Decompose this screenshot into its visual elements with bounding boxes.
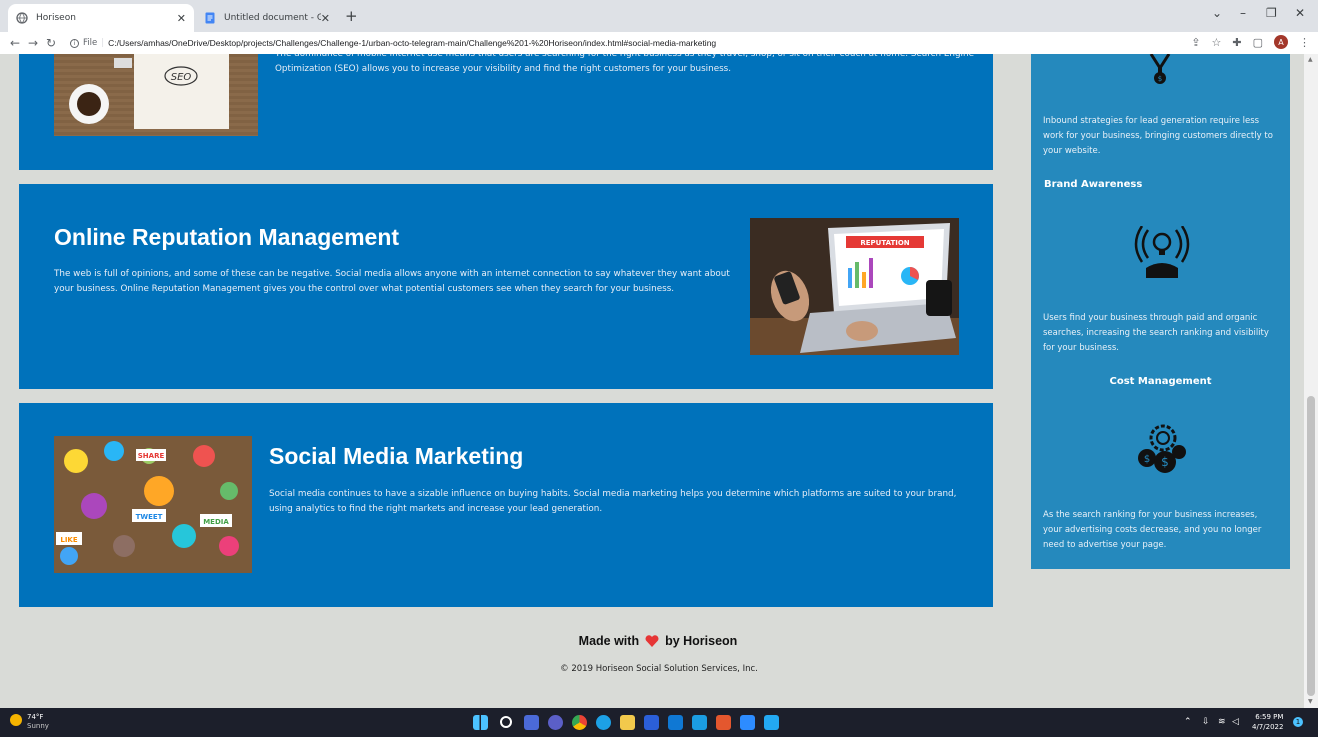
scroll-up-icon[interactable]: ▲ — [1308, 56, 1313, 63]
back-icon[interactable]: ← — [6, 36, 24, 50]
cost-management-title: Cost Management — [1109, 376, 1212, 387]
weather-widget[interactable]: 74°F Sunny — [27, 713, 49, 731]
seo-image-label: SEO — [171, 72, 192, 83]
site-info[interactable]: i File | — [70, 38, 104, 48]
tab-title: Horiseon — [36, 13, 76, 23]
edge-icon[interactable] — [596, 715, 611, 730]
brand-awareness-title: Brand Awareness — [1044, 179, 1143, 190]
tab-title: Untitled document - Google Doc — [224, 13, 321, 23]
linkedin-icon[interactable] — [692, 715, 707, 730]
social-media-marketing-card: SHARE TWEET LIKE MEDIA Social Media Mark… — [19, 403, 993, 607]
brand-awareness-icon — [1134, 226, 1190, 278]
microsoft-store-icon[interactable] — [644, 715, 659, 730]
clock-date: 4/7/2022 — [1252, 723, 1284, 731]
mail-icon[interactable] — [668, 715, 683, 730]
svg-text:$: $ — [1144, 454, 1150, 465]
clock-time: 6:59 PM — [1255, 713, 1284, 721]
wifi-icon[interactable]: ≋ — [1218, 717, 1226, 727]
bookmark-star-icon[interactable]: ☆ — [1212, 36, 1222, 49]
page-viewport: SEO The dominance of mobile internet use… — [0, 54, 1304, 708]
social-media-text: Social media continues to have a sizable… — [269, 489, 957, 514]
task-view-icon[interactable] — [524, 715, 539, 730]
media-label: MEDIA — [203, 518, 229, 526]
address-bar-row: ← → ↻ i File | C:/Users/amhas/OneDrive/D… — [0, 32, 1318, 54]
office-icon[interactable] — [716, 715, 731, 730]
usb-icon[interactable]: ⇩ — [1202, 717, 1210, 727]
zoom-icon[interactable] — [740, 715, 755, 730]
forward-icon[interactable]: → — [24, 36, 42, 50]
tray-overflow-icon[interactable]: ⌃ — [1184, 717, 1192, 727]
scrollbar-thumb[interactable] — [1307, 396, 1315, 696]
weather-temp: 74°F — [27, 713, 44, 721]
vscode-icon[interactable] — [764, 715, 779, 730]
made-with-suffix: by Horiseon — [665, 634, 738, 648]
google-docs-icon — [205, 12, 215, 24]
tab-search-icon[interactable]: ⌄ — [1212, 6, 1222, 20]
weather-sun-icon[interactable] — [10, 714, 22, 726]
cost-management-text: As the search ranking for your business … — [1043, 510, 1262, 550]
scroll-down-icon[interactable]: ▼ — [1308, 698, 1313, 705]
chrome-icon[interactable] — [572, 715, 587, 730]
search-icon[interactable] — [500, 716, 512, 728]
reputation-title: Online Reputation Management — [54, 224, 400, 250]
made-with-prefix: Made with — [578, 634, 640, 648]
share-icon[interactable]: ⇪ — [1191, 36, 1200, 49]
info-icon: i — [70, 38, 79, 48]
file-explorer-icon[interactable] — [620, 715, 635, 730]
share-label: SHARE — [138, 452, 165, 460]
toolbar-actions: ⇪ ☆ ✚ ▢ A ⋮ — [1191, 35, 1310, 49]
svg-text:$: $ — [1161, 455, 1169, 469]
globe-icon — [16, 12, 28, 24]
windows-start-icon[interactable] — [473, 715, 488, 730]
like-label: LIKE — [60, 536, 77, 544]
social-media-title: Social Media Marketing — [269, 443, 524, 469]
minimize-icon[interactable]: – — [1240, 6, 1246, 20]
windows-taskbar: 74°F Sunny ⌃ ⇩ ≋ ◁ 6:59 PM 4/7/2022 1 — [0, 708, 1318, 737]
svg-text:$: $ — [1158, 75, 1162, 83]
tab-close-icon[interactable]: ✕ — [177, 12, 186, 25]
page-footer: Made with by Horiseon © 2019 Horiseon So… — [0, 634, 1304, 674]
online-reputation-management-card: Online Reputation Management The web is … — [19, 184, 993, 389]
sidebar-icon[interactable]: ▢ — [1253, 36, 1263, 49]
tab-close-icon[interactable]: ✕ — [321, 12, 330, 25]
teams-chat-icon[interactable] — [548, 715, 563, 730]
url-input[interactable]: C:/Users/amhas/OneDrive/Desktop/projects… — [108, 38, 716, 48]
extensions-icon[interactable]: ✚ — [1232, 36, 1241, 49]
reputation-text: The web is full of opinions, and some of… — [54, 269, 730, 294]
search-engine-optimization-card: SEO The dominance of mobile internet use… — [19, 54, 993, 170]
seo-image: SEO — [54, 54, 258, 136]
heart-icon — [645, 635, 659, 647]
benefits-sidebar: $ Inbound strategies for lead generation… — [1031, 54, 1290, 569]
volume-icon[interactable]: ◁ — [1232, 717, 1239, 727]
new-tab-icon[interactable]: + — [345, 7, 358, 25]
page-scrollbar[interactable]: ▲ ▼ — [1304, 54, 1318, 708]
lead-generation-text: Inbound strategies for lead generation r… — [1043, 116, 1273, 156]
close-window-icon[interactable]: ✕ — [1295, 6, 1305, 20]
tab-google-doc[interactable]: Untitled document - Google Doc ✕ — [196, 4, 338, 32]
menu-icon[interactable]: ⋮ — [1299, 36, 1310, 49]
browser-tab-bar: Horiseon ✕ Untitled document - Google Do… — [0, 0, 1318, 32]
weather-condition: Sunny — [27, 722, 49, 730]
cost-management-icon: $ $ — [1138, 424, 1186, 473]
restore-icon[interactable]: ❐ — [1266, 6, 1277, 20]
tweet-label: TWEET — [136, 513, 163, 521]
clock[interactable]: 6:59 PM 4/7/2022 — [1252, 712, 1283, 732]
reputation-image: REPUTATION — [750, 218, 959, 355]
copyright: © 2019 Horiseon Social Solution Services… — [560, 664, 758, 674]
tab-horiseon[interactable]: Horiseon ✕ — [8, 4, 194, 32]
social-media-image: SHARE TWEET LIKE MEDIA — [54, 436, 252, 573]
made-with-line: Made with by Horiseon — [0, 634, 1304, 648]
url-scheme-label: File — [83, 38, 98, 48]
reputation-image-label: REPUTATION — [860, 239, 909, 247]
lead-generation-icon: $ — [1149, 54, 1171, 84]
brand-awareness-text: Users find your business through paid an… — [1043, 313, 1269, 353]
seo-text: The dominance of mobile internet use mea… — [275, 54, 974, 74]
reload-icon[interactable]: ↻ — [42, 36, 60, 50]
notification-badge[interactable]: 1 — [1293, 717, 1303, 727]
profile-avatar[interactable]: A — [1274, 35, 1288, 49]
